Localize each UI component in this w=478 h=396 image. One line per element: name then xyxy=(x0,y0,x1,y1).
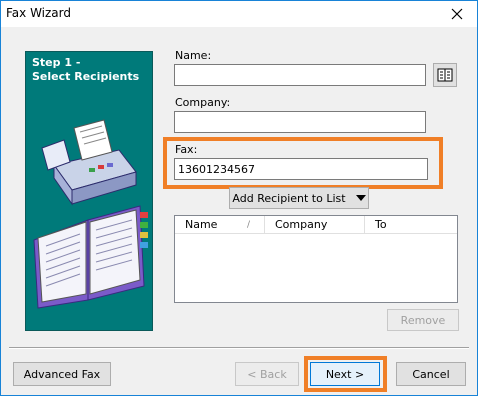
next-label: Next > xyxy=(325,367,365,381)
address-book-button[interactable] xyxy=(433,63,457,87)
triangle-down-icon xyxy=(355,195,366,201)
window-title: Fax Wizard xyxy=(6,6,71,20)
advanced-fax-label: Advanced Fax xyxy=(23,367,101,381)
company-label: Company: xyxy=(175,96,231,109)
title-bar: Fax Wizard xyxy=(1,1,477,27)
add-recipient-button[interactable]: Add Recipient to List xyxy=(229,187,369,209)
add-recipient-label: Add Recipient to List xyxy=(232,191,346,205)
column-name-label: Name xyxy=(185,218,218,231)
company-input[interactable] xyxy=(175,112,425,132)
column-company[interactable]: Company xyxy=(265,216,365,233)
fax-label: Fax: xyxy=(175,143,198,156)
name-label: Name: xyxy=(175,49,212,62)
remove-label: Remove xyxy=(400,313,446,327)
fax-input[interactable] xyxy=(175,159,427,179)
back-button[interactable]: < Back xyxy=(235,362,299,386)
book-illustration xyxy=(33,205,148,309)
name-input[interactable] xyxy=(175,65,425,85)
company-field[interactable] xyxy=(174,111,426,133)
remove-button[interactable]: Remove xyxy=(387,309,459,331)
close-button[interactable] xyxy=(437,1,477,27)
close-icon xyxy=(451,8,463,20)
column-to[interactable]: To xyxy=(365,216,459,233)
cancel-label: Cancel xyxy=(412,367,450,381)
next-button[interactable]: Next > xyxy=(310,362,380,386)
column-name[interactable]: Name / xyxy=(175,216,265,233)
recipient-list-header: Name / Company To xyxy=(175,216,457,234)
recipient-list[interactable]: Name / Company To xyxy=(174,215,458,303)
wizard-side-panel: Step 1 - Select Recipients xyxy=(25,51,153,331)
step-number: Step 1 - xyxy=(32,56,81,69)
fax-wizard-window: Fax Wizard Step 1 - Select Recipients Na… xyxy=(0,0,478,396)
sort-indicator-icon: / xyxy=(246,219,250,230)
advanced-fax-button[interactable]: Advanced Fax xyxy=(13,362,111,386)
fax-field[interactable] xyxy=(174,158,428,180)
address-book-icon xyxy=(437,68,453,82)
name-field[interactable] xyxy=(174,64,426,86)
footer-divider xyxy=(9,347,469,349)
back-label: < Back xyxy=(247,367,287,381)
column-to-label: To xyxy=(375,218,387,231)
step-description: Select Recipients xyxy=(32,70,140,83)
column-company-label: Company xyxy=(275,218,328,231)
fax-machine-illustration xyxy=(41,119,137,206)
step-title: Step 1 - Select Recipients xyxy=(32,56,139,84)
cancel-button[interactable]: Cancel xyxy=(396,362,466,386)
